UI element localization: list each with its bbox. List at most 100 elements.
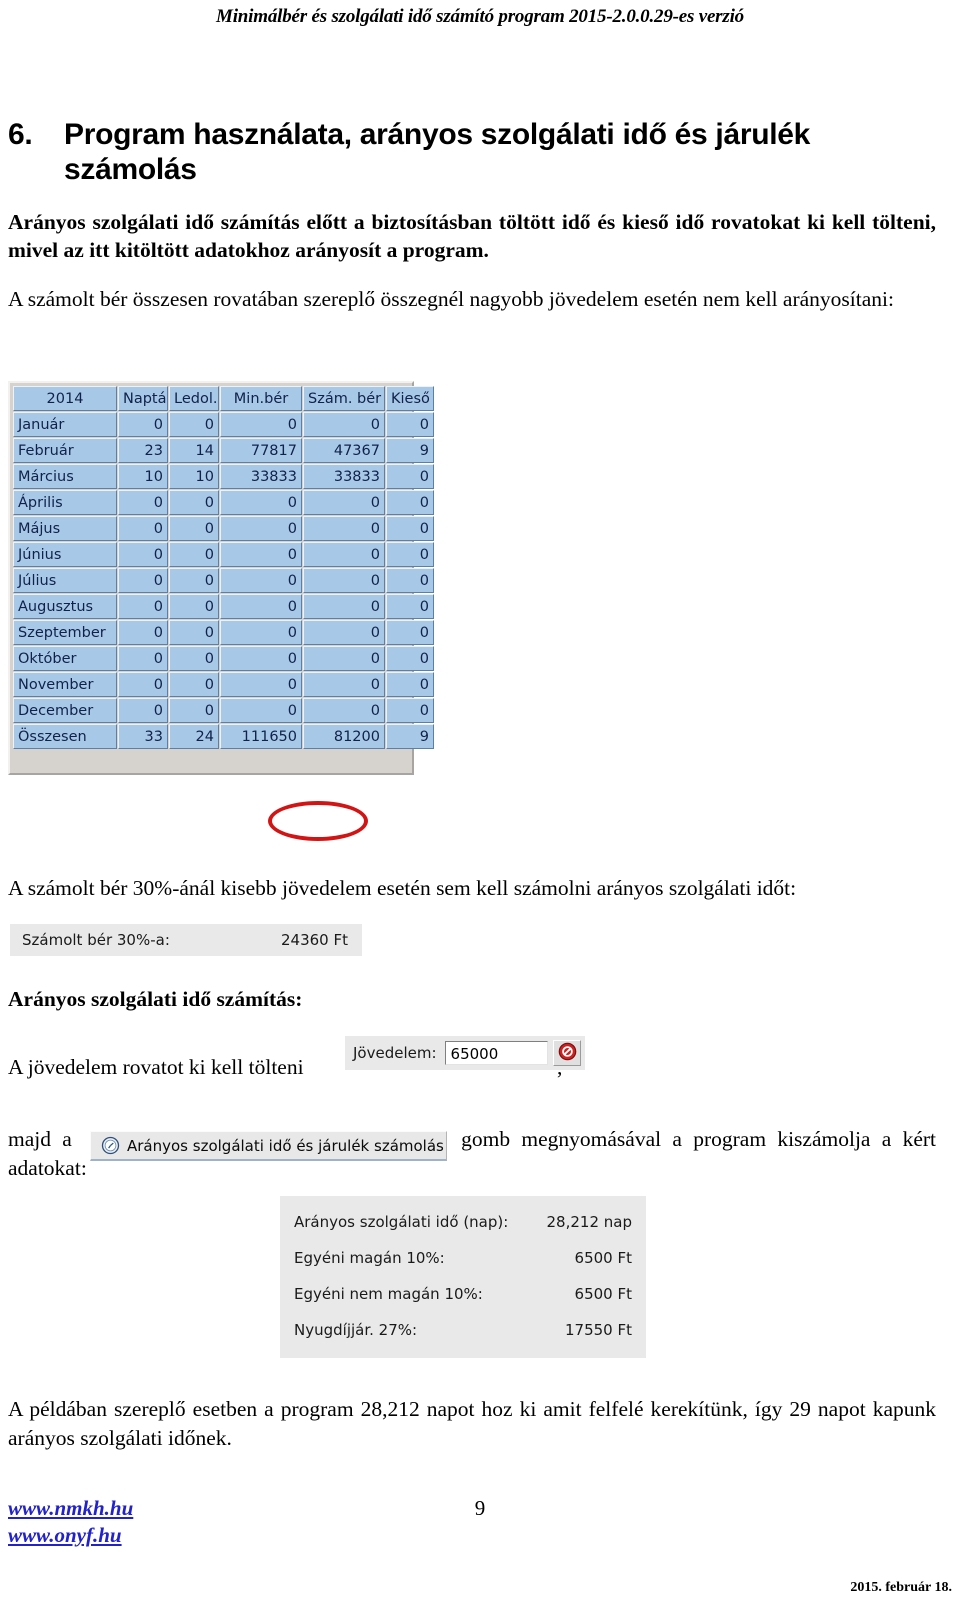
cell-month[interactable]: Október [13, 646, 117, 671]
cell-minber[interactable]: 0 [220, 542, 302, 567]
cell-naptari[interactable]: 0 [118, 646, 168, 671]
cell-szamber[interactable]: 33833 [303, 464, 385, 489]
cell-naptari[interactable]: 33 [118, 724, 168, 749]
cell-ledolgozott[interactable]: 0 [169, 412, 219, 437]
cell-naptari[interactable]: 0 [118, 672, 168, 697]
cell-month[interactable]: Február [13, 438, 117, 463]
cell-ledolgozott[interactable]: 0 [169, 646, 219, 671]
cell-month[interactable]: December [13, 698, 117, 723]
result-label: Egyéni magán 10%: [294, 1249, 445, 1267]
paragraph-example-rounding: A példában szereplő esetben a program 28… [8, 1397, 936, 1450]
cell-month[interactable]: Január [13, 412, 117, 437]
cell-kieso[interactable]: 9 [386, 724, 434, 749]
cell-szamber[interactable]: 0 [303, 672, 385, 697]
cell-minber[interactable]: 0 [220, 594, 302, 619]
cell-month[interactable]: Összesen [13, 724, 117, 749]
column-header-minber[interactable]: Min.bér [220, 386, 302, 411]
cell-naptari[interactable]: 0 [118, 698, 168, 723]
column-header-kieso[interactable]: Kieső [386, 386, 434, 411]
cell-szamber[interactable]: 0 [303, 620, 385, 645]
cell-month[interactable]: Június [13, 542, 117, 567]
cell-ledolgozott[interactable]: 0 [169, 516, 219, 541]
cell-kieso[interactable]: 0 [386, 412, 434, 437]
cell-szamber[interactable]: 0 [303, 412, 385, 437]
cell-ledolgozott[interactable]: 14 [169, 438, 219, 463]
cell-kieso[interactable]: 0 [386, 646, 434, 671]
cell-month[interactable]: Április [13, 490, 117, 515]
cell-kieso[interactable]: 0 [386, 516, 434, 541]
cell-kieso[interactable]: 0 [386, 568, 434, 593]
cell-minber[interactable]: 33833 [220, 464, 302, 489]
cell-month[interactable]: Augusztus [13, 594, 117, 619]
section-number: 6. [8, 118, 33, 151]
cell-szamber[interactable]: 0 [303, 698, 385, 723]
cell-szamber[interactable]: 0 [303, 490, 385, 515]
cell-ledolgozott[interactable]: 24 [169, 724, 219, 749]
cell-szamber[interactable]: 47367 [303, 438, 385, 463]
column-header-naptari[interactable]: Naptá [118, 386, 168, 411]
cell-kieso[interactable]: 0 [386, 464, 434, 489]
cell-naptari[interactable]: 0 [118, 516, 168, 541]
cell-kieso[interactable]: 9 [386, 438, 434, 463]
cell-kieso[interactable]: 0 [386, 542, 434, 567]
subheading-proportional-calc: Arányos szolgálati idő számítás: [8, 987, 303, 1011]
running-header: Minimálbér és szolgálati idő számító pro… [216, 6, 744, 27]
column-header-szamber[interactable]: Szám. bér [303, 386, 385, 411]
cell-minber[interactable]: 0 [220, 646, 302, 671]
cell-month[interactable]: Május [13, 516, 117, 541]
cell-minber[interactable]: 0 [220, 620, 302, 645]
cell-kieso[interactable]: 0 [386, 698, 434, 723]
cell-minber[interactable]: 0 [220, 490, 302, 515]
cell-month[interactable]: Március [13, 464, 117, 489]
cell-minber[interactable]: 0 [220, 412, 302, 437]
cell-month[interactable]: November [13, 672, 117, 697]
cell-ledolgozott[interactable]: 0 [169, 698, 219, 723]
column-header-year[interactable]: 2014 [13, 386, 117, 411]
cell-szamber[interactable]: 0 [303, 646, 385, 671]
cell-naptari[interactable]: 0 [118, 568, 168, 593]
cell-minber[interactable]: 77817 [220, 438, 302, 463]
cell-ledolgozott[interactable]: 0 [169, 594, 219, 619]
column-header-ledolgozott[interactable]: Ledol. [169, 386, 219, 411]
calculate-proportional-service-time-button[interactable]: Arányos szolgálati idő és járulék számol… [90, 1131, 447, 1161]
cell-ledolgozott[interactable]: 0 [169, 542, 219, 567]
cell-minber[interactable]: 0 [220, 698, 302, 723]
cell-minber[interactable]: 0 [220, 568, 302, 593]
page-title: 6. Program használata, arányos szolgálati… [8, 118, 936, 188]
table-row: December 0 0 0 0 0 [13, 698, 434, 723]
table-total-row: Összesen 33 24 111650 81200 9 [13, 724, 434, 749]
income-input[interactable]: 65000 [444, 1041, 548, 1065]
cell-szamber[interactable]: 0 [303, 516, 385, 541]
cell-naptari[interactable]: 0 [118, 620, 168, 645]
cell-szamber[interactable]: 0 [303, 542, 385, 567]
cell-kieso[interactable]: 0 [386, 490, 434, 515]
cell-ledolgozott[interactable]: 0 [169, 490, 219, 515]
cell-ledolgozott[interactable]: 0 [169, 672, 219, 697]
monthly-wage-table: 2014 Naptá Ledol. Min.bér Szám. bér Kies… [12, 385, 435, 750]
cell-month[interactable]: Szeptember [13, 620, 117, 645]
cell-naptari[interactable]: 0 [118, 542, 168, 567]
clear-income-button[interactable] [553, 1040, 581, 1066]
cell-naptari[interactable]: 0 [118, 412, 168, 437]
table-row: Május 0 0 0 0 0 [13, 516, 434, 541]
result-label: Arányos szolgálati idő (nap): [294, 1213, 509, 1231]
footer-date: 2015. február 18. [850, 1580, 952, 1595]
cell-kieso[interactable]: 0 [386, 594, 434, 619]
cell-naptari[interactable]: 0 [118, 594, 168, 619]
cell-minber[interactable]: 111650 [220, 724, 302, 749]
cell-kieso[interactable]: 0 [386, 620, 434, 645]
cell-ledolgozott[interactable]: 0 [169, 568, 219, 593]
footer-link-onyf[interactable]: www.onyf.hu [8, 1522, 133, 1549]
cell-minber[interactable]: 0 [220, 672, 302, 697]
cell-kieso[interactable]: 0 [386, 672, 434, 697]
cell-ledolgozott[interactable]: 0 [169, 620, 219, 645]
cell-szamber[interactable]: 0 [303, 594, 385, 619]
cell-szamber[interactable]: 0 [303, 568, 385, 593]
cell-naptari[interactable]: 23 [118, 438, 168, 463]
cell-minber[interactable]: 0 [220, 516, 302, 541]
cell-szamber[interactable]: 81200 [303, 724, 385, 749]
cell-naptari[interactable]: 10 [118, 464, 168, 489]
cell-month[interactable]: Július [13, 568, 117, 593]
cell-naptari[interactable]: 0 [118, 490, 168, 515]
cell-ledolgozott[interactable]: 10 [169, 464, 219, 489]
